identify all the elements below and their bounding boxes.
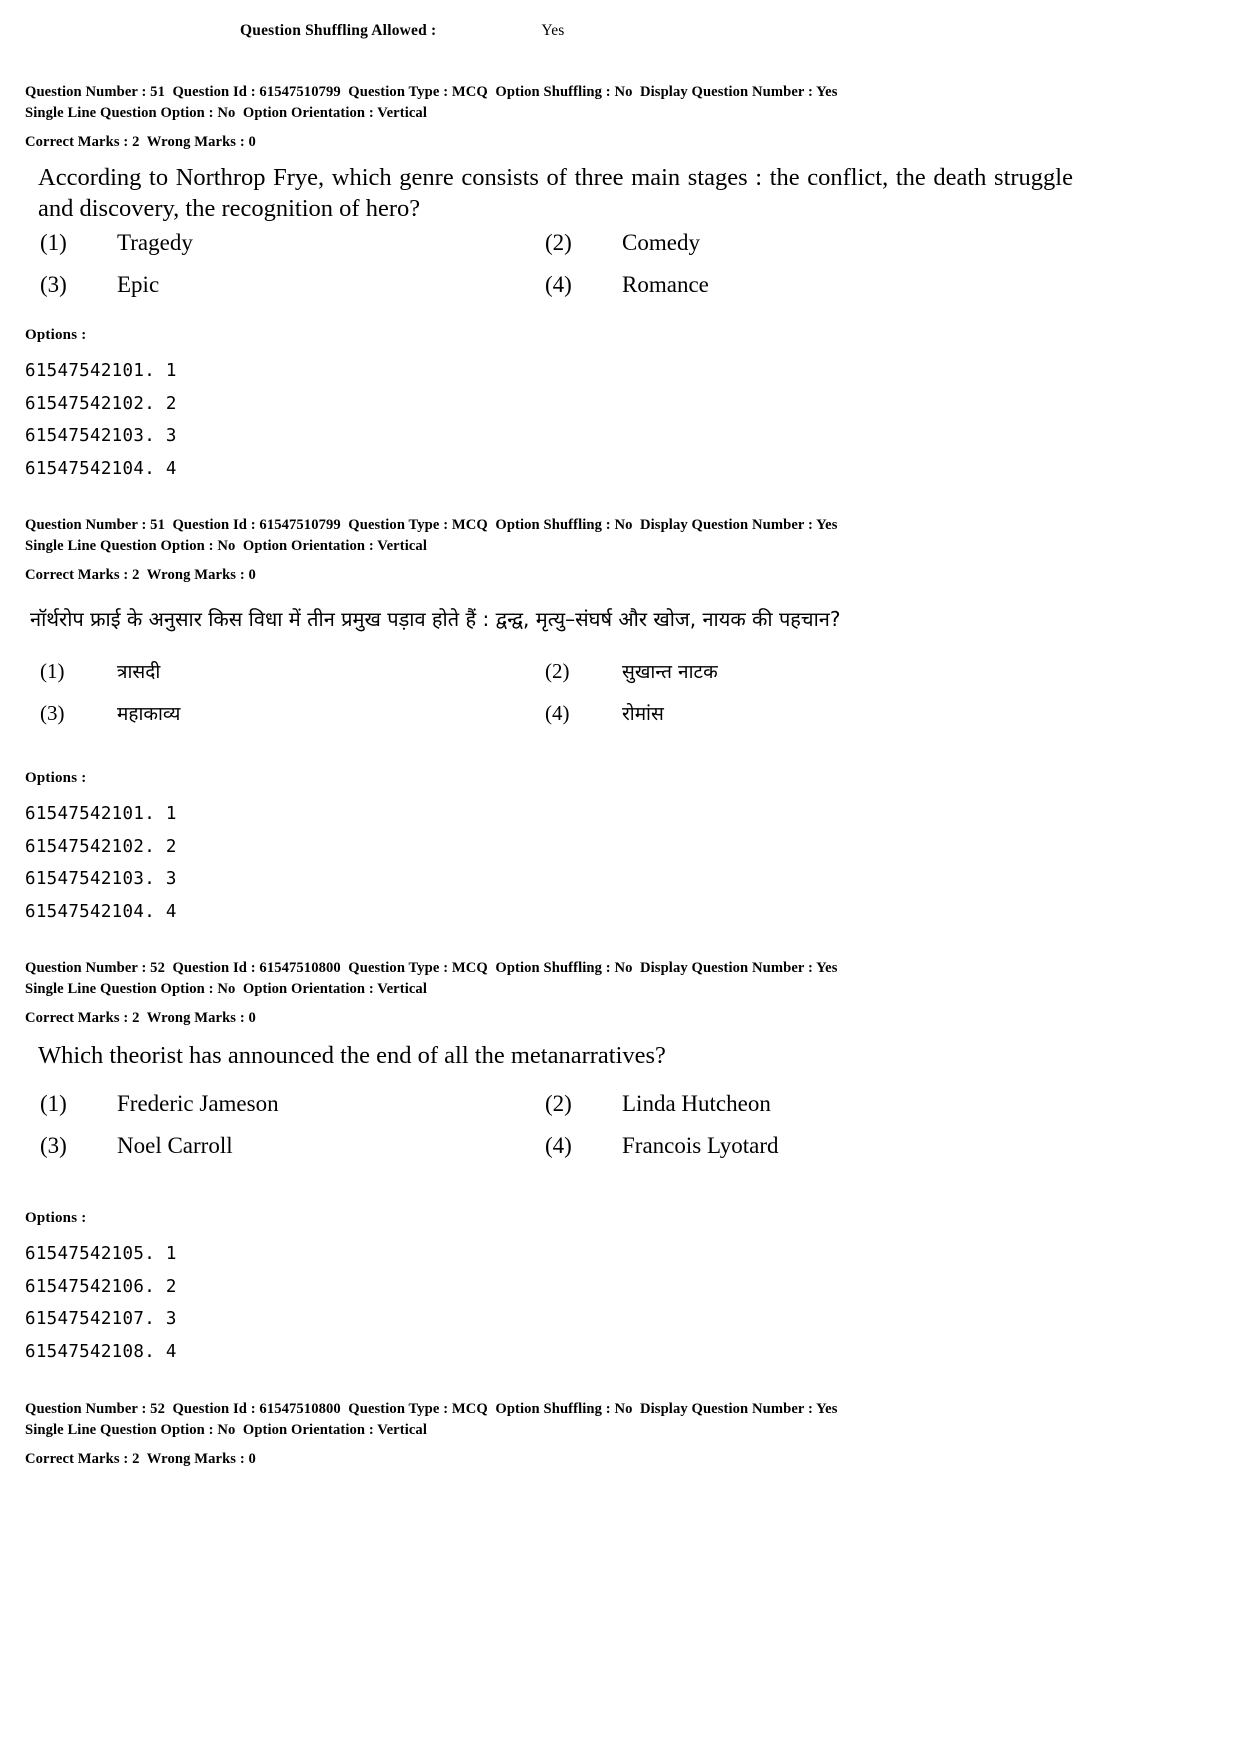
question-shuffling-header: Question Shuffling Allowed : Yes — [240, 22, 565, 40]
metadata-line-1: Question Number : 51 Question Id : 61547… — [25, 517, 838, 533]
question-52-english-stem: Which theorist has announced the end of … — [38, 1042, 666, 1069]
option-id-item: 61547542104. 4 — [25, 458, 177, 479]
metadata-marks: Correct Marks : 2 Wrong Marks : 0 — [25, 1010, 256, 1026]
choice-row: (1) Tragedy (2) Comedy — [40, 230, 1140, 256]
choice-number: (1) — [40, 1091, 67, 1116]
question-51-hindi-stem: नॉर्थरोप फ्राई के अनुसार किस विधा में ती… — [30, 607, 841, 631]
choice-number: (3) — [40, 272, 67, 297]
question-shuffling-label: Question Shuffling Allowed : — [240, 22, 437, 39]
exam-question-page: Question Shuffling Allowed : Yes Questio… — [0, 0, 1240, 1754]
question-51-hindi-option-ids: Options : 61547542101. 1 61547542102. 2 … — [25, 770, 177, 928]
choice-number: (4) — [545, 272, 572, 297]
choice-text: Comedy — [622, 230, 700, 255]
option-id-item: 61547542104. 4 — [25, 901, 177, 922]
choice-option-3[interactable]: (3) Noel Carroll — [40, 1133, 545, 1159]
choice-option-1[interactable]: (1) Tragedy — [40, 230, 545, 256]
choice-option-4[interactable]: (4) Romance — [545, 272, 1105, 298]
choice-row: (3) महाकाव्य (4) रोमांस — [40, 700, 1140, 726]
metadata-marks: Correct Marks : 2 Wrong Marks : 0 — [25, 1451, 256, 1467]
metadata-line-2: Single Line Question Option : No Option … — [25, 538, 427, 554]
question-51-english-option-ids: Options : 61547542101. 1 61547542102. 2 … — [25, 327, 177, 485]
choice-text: Francois Lyotard — [622, 1133, 779, 1158]
question-52-english-choices: (1) Frederic Jameson (2) Linda Hutcheon … — [40, 1091, 1140, 1159]
question-51-english-metadata: Question Number : 51 Question Id : 61547… — [25, 82, 1205, 153]
choice-number: (1) — [40, 659, 65, 683]
choice-number: (4) — [545, 701, 570, 725]
choice-row: (3) Epic (4) Romance — [40, 272, 1140, 298]
choice-option-4[interactable]: (4) रोमांस — [545, 700, 1105, 726]
choice-option-4[interactable]: (4) Francois Lyotard — [545, 1133, 1105, 1159]
question-51-english-choices: (1) Tragedy (2) Comedy (3) Epic (4) Roma… — [40, 230, 1140, 298]
metadata-line-1: Question Number : 52 Question Id : 61547… — [25, 1401, 838, 1417]
choice-option-2[interactable]: (2) Linda Hutcheon — [545, 1091, 1105, 1117]
choice-option-1[interactable]: (1) त्रासदी — [40, 658, 545, 684]
option-id-item: 61547542108. 4 — [25, 1341, 177, 1362]
choice-text: सुखान्त नाटक — [622, 661, 718, 683]
choice-number: (1) — [40, 230, 67, 255]
metadata-line-2: Single Line Question Option : No Option … — [25, 105, 427, 121]
choice-number: (4) — [545, 1133, 572, 1158]
choice-text: Linda Hutcheon — [622, 1091, 771, 1116]
choice-number: (2) — [545, 1091, 572, 1116]
choice-text: त्रासदी — [117, 661, 161, 683]
choice-option-1[interactable]: (1) Frederic Jameson — [40, 1091, 545, 1117]
choice-number: (3) — [40, 701, 65, 725]
option-id-item: 61547542103. 3 — [25, 869, 177, 889]
choice-option-2[interactable]: (2) Comedy — [545, 230, 1105, 256]
option-id-item: 61547542103. 3 — [25, 426, 177, 446]
choice-number: (2) — [545, 230, 572, 255]
option-id-item: 61547542102. 2 — [25, 836, 177, 857]
choice-text: Epic — [117, 272, 160, 297]
metadata-line-1: Question Number : 52 Question Id : 61547… — [25, 960, 838, 976]
question-51-english-stem: According to Northrop Frye, which genre … — [38, 164, 1073, 222]
choice-option-2[interactable]: (2) सुखान्त नाटक — [545, 658, 1105, 684]
question-52-english-metadata: Question Number : 52 Question Id : 61547… — [25, 958, 1205, 1029]
choice-text: Tragedy — [117, 230, 193, 255]
question-52-english-option-ids: Options : 61547542105. 1 61547542106. 2 … — [25, 1210, 177, 1368]
choice-number: (3) — [40, 1133, 67, 1158]
options-title: Options : — [25, 770, 87, 786]
choice-number: (2) — [545, 659, 570, 683]
choice-text: Frederic Jameson — [117, 1091, 279, 1116]
metadata-line-1: Question Number : 51 Question Id : 61547… — [25, 84, 838, 100]
choice-text: रोमांस — [622, 703, 664, 725]
option-id-item: 61547542105. 1 — [25, 1244, 177, 1264]
choice-text: Noel Carroll — [117, 1133, 233, 1158]
question-51-hindi-choices: (1) त्रासदी (2) सुखान्त नाटक (3) महाकाव्… — [40, 658, 1140, 740]
option-id-item: 61547542101. 1 — [25, 804, 177, 824]
metadata-line-2: Single Line Question Option : No Option … — [25, 981, 427, 997]
question-shuffling-value: Yes — [541, 22, 565, 39]
choice-option-3[interactable]: (3) महाकाव्य — [40, 700, 545, 726]
options-title: Options : — [25, 327, 87, 343]
question-52-hindi-metadata: Question Number : 52 Question Id : 61547… — [25, 1399, 1205, 1470]
options-title: Options : — [25, 1210, 87, 1226]
choice-text: महाकाव्य — [117, 703, 181, 725]
choice-text: Romance — [622, 272, 709, 297]
choice-row: (3) Noel Carroll (4) Francois Lyotard — [40, 1133, 1140, 1159]
choice-option-3[interactable]: (3) Epic — [40, 272, 545, 298]
metadata-marks: Correct Marks : 2 Wrong Marks : 0 — [25, 567, 256, 583]
metadata-marks: Correct Marks : 2 Wrong Marks : 0 — [25, 134, 256, 150]
option-id-item: 61547542106. 2 — [25, 1276, 177, 1297]
question-51-hindi-metadata: Question Number : 51 Question Id : 61547… — [25, 515, 1205, 586]
option-id-item: 61547542107. 3 — [25, 1309, 177, 1329]
option-id-item: 61547542102. 2 — [25, 393, 177, 414]
metadata-line-2: Single Line Question Option : No Option … — [25, 1422, 427, 1438]
option-id-item: 61547542101. 1 — [25, 361, 177, 381]
choice-row: (1) त्रासदी (2) सुखान्त नाटक — [40, 658, 1140, 684]
choice-row: (1) Frederic Jameson (2) Linda Hutcheon — [40, 1091, 1140, 1117]
